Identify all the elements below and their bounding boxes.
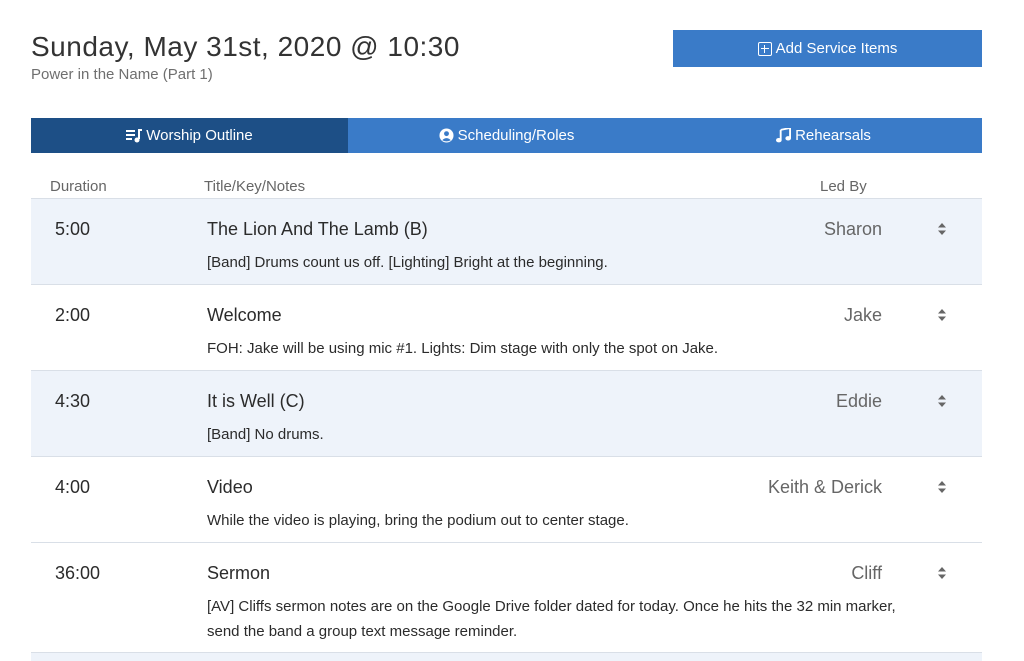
column-header-led-by: Led By bbox=[820, 178, 867, 195]
add-service-items-label: Add Service Items bbox=[775, 40, 898, 57]
item-notes: [Band] Drums count us off. [Lighting] Br… bbox=[207, 254, 608, 271]
sort-handle-icon[interactable] bbox=[936, 307, 948, 323]
item-led-by: Eddie bbox=[835, 391, 882, 411]
add-service-items-button[interactable]: Add Service Items bbox=[673, 30, 982, 67]
playlist-icon bbox=[126, 128, 143, 143]
service-plan-page: Sunday, May 31st, 2020 @ 10:30 Power in … bbox=[0, 0, 1024, 661]
column-header-title: Title/Key/Notes bbox=[204, 178, 306, 195]
page-header: Sunday, May 31st, 2020 @ 10:30 Power in … bbox=[31, 29, 460, 83]
item-duration: 2:00 bbox=[55, 305, 91, 325]
service-item-row[interactable]: 36:00 Sermon [AV] Cliffs sermon notes ar… bbox=[31, 542, 982, 653]
item-duration: 36:00 bbox=[55, 563, 101, 583]
service-item-row[interactable]: 5:00 The Lion And The Lamb (B) [Band] Dr… bbox=[31, 198, 982, 284]
plan-tabs: Worship Outline Scheduling/Roles Rehears… bbox=[31, 118, 982, 153]
item-title: The Lion And The Lamb (B) bbox=[207, 219, 428, 239]
page-title: Sunday, May 31st, 2020 @ 10:30 bbox=[31, 31, 460, 62]
sort-handle-icon[interactable] bbox=[936, 221, 948, 237]
item-notes: [Band] No drums. bbox=[207, 426, 324, 443]
user-circle-icon bbox=[439, 128, 454, 143]
series-subtitle: Power in the Name (Part 1) bbox=[31, 66, 213, 83]
column-header-duration: Duration bbox=[50, 178, 107, 195]
item-title: Video bbox=[207, 477, 253, 497]
item-title: It is Well (C) bbox=[207, 391, 305, 411]
item-duration: 4:30 bbox=[55, 391, 91, 411]
music-note-icon bbox=[776, 128, 792, 143]
item-notes: While the video is playing, bring the po… bbox=[207, 512, 629, 529]
sort-handle-icon[interactable] bbox=[936, 393, 948, 409]
tab-label: Scheduling/Roles bbox=[457, 127, 575, 144]
item-led-by: Jake bbox=[843, 305, 882, 325]
item-title: Welcome bbox=[207, 305, 282, 325]
tab-scheduling-roles[interactable]: Scheduling/Roles bbox=[348, 118, 665, 153]
item-notes: [AV] Cliffs sermon notes are on the Goog… bbox=[207, 598, 896, 640]
item-notes: FOH: Jake will be using mic #1. Lights: … bbox=[207, 340, 719, 357]
tab-rehearsals[interactable]: Rehearsals bbox=[665, 118, 982, 153]
service-items-list: 5:00 The Lion And The Lamb (B) [Band] Dr… bbox=[31, 198, 982, 661]
tab-worship-outline[interactable]: Worship Outline bbox=[31, 118, 348, 153]
service-item-row[interactable]: 2:00 Welcome FOH: Jake will be using mic… bbox=[31, 284, 982, 370]
item-led-by: Cliff bbox=[851, 563, 882, 583]
sort-handle-icon[interactable] bbox=[936, 565, 948, 581]
service-item-row[interactable]: 4:30 It is Well (C) [Band] No drums. Edd… bbox=[31, 370, 982, 456]
item-title: Sermon bbox=[207, 563, 271, 583]
item-duration: 4:00 bbox=[55, 477, 91, 497]
tab-label: Rehearsals bbox=[795, 127, 871, 144]
service-item-row[interactable]: 4:00 Video While the video is playing, b… bbox=[31, 456, 982, 542]
service-item-row-partial bbox=[31, 653, 982, 661]
item-duration: 5:00 bbox=[55, 219, 91, 239]
item-led-by: Keith & Derick bbox=[767, 477, 882, 497]
tab-label: Worship Outline bbox=[146, 127, 253, 144]
plus-square-icon bbox=[757, 41, 772, 56]
item-led-by: Sharon bbox=[823, 219, 882, 239]
sort-handle-icon[interactable] bbox=[936, 479, 948, 495]
